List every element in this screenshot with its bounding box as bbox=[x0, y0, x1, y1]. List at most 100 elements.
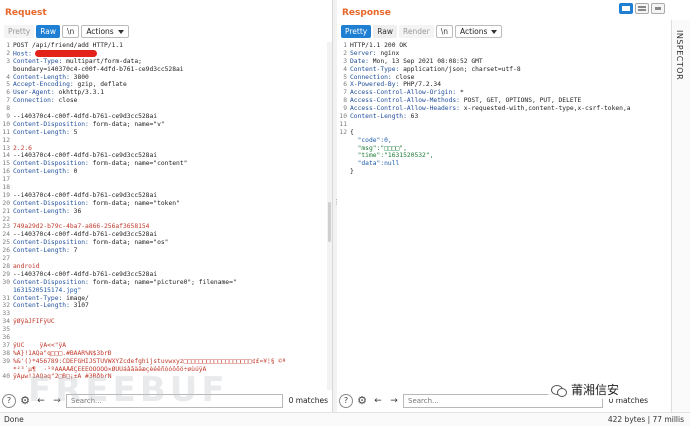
line-value: boundary=i40370c4-c00f-4dfd-b761-ce9d3cc… bbox=[13, 65, 184, 73]
line-content: Content-Length: 0 bbox=[13, 168, 332, 176]
line-content: 749a29d2-b79c-4ba7-a866-256af3658154 bbox=[13, 223, 332, 231]
response-line: 8 Access-Control-Allow-Methods: POST, GET… bbox=[337, 97, 652, 105]
request-editor[interactable]: 1 POST /api/friend/add HTTP/1.1 2 Host: 3 Con… bbox=[0, 42, 332, 390]
layout-toggle-group bbox=[619, 3, 665, 14]
response-tab-raw[interactable]: Raw bbox=[373, 25, 398, 38]
header-name: Content-Disposition: bbox=[13, 239, 89, 247]
line-content: 1631520515174.jpg" bbox=[13, 287, 332, 295]
line-value: PHP/7.2.34 bbox=[399, 81, 441, 89]
line-value: close bbox=[54, 97, 78, 105]
inspector-sidebar[interactable]: INSPECTOR bbox=[671, 20, 690, 412]
response-line: 4 Content-Type: application/json; charset… bbox=[337, 66, 652, 74]
header-name: Content-Type: bbox=[350, 65, 400, 73]
request-line: 31 Content-Type: image/ bbox=[0, 295, 332, 303]
header-name: Content-Length: bbox=[13, 73, 70, 81]
response-actions-dropdown[interactable]: Actions bbox=[455, 25, 503, 38]
line-content: Accept-Encoding: gzip, deflate bbox=[13, 81, 332, 89]
response-tab-newline[interactable]: \n bbox=[435, 25, 454, 38]
line-content: --i40370c4-c00f-4dfd-b761-ce9d3cc528ai bbox=[13, 113, 332, 121]
line-content: Content-Disposition: form-data; name="pi… bbox=[13, 279, 332, 287]
line-value: 749a29d2-b79c-4ba7-a866-256af3658154 bbox=[13, 223, 150, 231]
line-number: 20 bbox=[2, 199, 10, 207]
request-view-tabs: Pretty Raw \n Actions bbox=[4, 25, 129, 38]
header-name: Content-Disposition: bbox=[13, 199, 89, 207]
line-content: Access-Control-Allow-Headers: x-requeste… bbox=[350, 105, 652, 113]
line-number: 1 bbox=[343, 42, 347, 49]
request-tab-pretty[interactable]: Pretty bbox=[4, 25, 35, 38]
line-content: "data":null bbox=[350, 160, 652, 168]
line-content: { bbox=[350, 129, 652, 137]
line-value: multipart/form-data; bbox=[62, 57, 142, 65]
gear-icon[interactable]: ⚙ bbox=[355, 393, 369, 408]
line-content: X-Powered-By: PHP/7.2.34 bbox=[350, 81, 652, 89]
arrow-left-icon[interactable]: ← bbox=[371, 394, 385, 408]
line-value: %&'()*456789:CDEFGHIJSTUVWXYZcdefghijstu… bbox=[13, 357, 286, 365]
line-number: 38 bbox=[2, 349, 10, 357]
line-value: form-data; name="picture0"; filename=" bbox=[88, 278, 237, 286]
line-value: android bbox=[13, 262, 40, 270]
line-value: image/ bbox=[62, 294, 89, 302]
line-number: 10 bbox=[339, 113, 347, 121]
response-line: } bbox=[337, 168, 652, 176]
response-tab-pretty[interactable]: Pretty bbox=[341, 25, 372, 38]
request-tab-raw[interactable]: Raw bbox=[36, 25, 61, 38]
line-number: 7 bbox=[6, 97, 10, 105]
request-pane: Request Pretty Raw \n Actions 1 POST /api… bbox=[0, 0, 333, 412]
response-line: 5 Connection: close bbox=[337, 74, 652, 82]
line-number: 7 bbox=[343, 89, 347, 97]
line-content: ÿØÿàJFIFÿÛC bbox=[13, 318, 332, 326]
request-tab-newline[interactable]: \n bbox=[62, 25, 80, 38]
help-icon[interactable]: ? bbox=[339, 393, 353, 408]
line-value: 36 bbox=[69, 207, 82, 215]
line-value: --i40370c4-c00f-4dfd-b761-ce9d3cc528ai bbox=[13, 113, 158, 121]
layout-stacked-icon[interactable] bbox=[635, 3, 649, 14]
line-value: { bbox=[350, 128, 354, 136]
line-content: Content-Length: 3800 bbox=[13, 74, 332, 82]
inspector-label[interactable]: INSPECTOR bbox=[675, 30, 684, 80]
line-value: 5 bbox=[69, 128, 78, 136]
line-number: 34 bbox=[2, 318, 10, 326]
header-name: Content-Disposition: bbox=[13, 278, 89, 286]
line-value: 1631520515174.jpg" bbox=[13, 286, 82, 294]
header-name: Access-Control-Allow-Origin: bbox=[350, 89, 457, 97]
line-number bbox=[0, 287, 13, 295]
request-line: 25 Content-Disposition: form-data; name="… bbox=[0, 239, 332, 247]
request-scrollbar-thumb[interactable] bbox=[328, 202, 331, 242]
line-number: 35 bbox=[2, 326, 10, 334]
line-value: Mon, 13 Sep 2021 08:08:52 GMT bbox=[368, 57, 483, 65]
line-number: 6 bbox=[6, 89, 10, 97]
request-line: 24 --i40370c4-c00f-4dfd-b761-ce9d3cc528ai bbox=[0, 231, 332, 239]
line-number: 17 bbox=[2, 176, 10, 184]
line-number: 3 bbox=[343, 57, 347, 65]
line-number: 2 bbox=[6, 49, 10, 57]
status-bar: Done 422 bytes | 77 millis bbox=[0, 412, 690, 426]
line-number: 11 bbox=[339, 120, 347, 128]
layout-side-by-side-icon[interactable] bbox=[619, 3, 633, 14]
arrow-right-icon[interactable]: → bbox=[387, 394, 401, 408]
header-name: Connection: bbox=[13, 97, 55, 105]
request-line: 10 Content-Disposition: form-data; name="… bbox=[0, 121, 332, 129]
request-line: 35 bbox=[0, 326, 332, 334]
header-name: Content-Length: bbox=[13, 247, 70, 255]
request-title: Request bbox=[5, 8, 47, 18]
layout-single-icon[interactable] bbox=[651, 3, 665, 14]
response-tab-render[interactable]: Render bbox=[399, 25, 434, 38]
request-line: 33 bbox=[0, 310, 332, 318]
line-value: 0 bbox=[69, 168, 78, 176]
request-actions-dropdown[interactable]: Actions bbox=[81, 25, 129, 38]
line-number: 30 bbox=[2, 278, 10, 286]
request-line: 9 --i40370c4-c00f-4dfd-b761-ce9d3cc528ai bbox=[0, 113, 332, 121]
request-line: 14 --i40370c4-c00f-4dfd-b761-ce9d3cc528ai bbox=[0, 152, 332, 160]
request-scrollbar[interactable] bbox=[327, 42, 332, 390]
line-content: User-Agent: okhttp/3.3.1 bbox=[13, 89, 332, 97]
response-editor[interactable]: 1 HTTP/1.1 200 OK 2 Server: nginx 3 Date: Mon… bbox=[337, 42, 652, 390]
help-icon[interactable]: ? bbox=[2, 393, 16, 408]
line-number: 28 bbox=[2, 262, 10, 270]
line-number: 4 bbox=[6, 73, 10, 81]
status-text: Done bbox=[4, 415, 24, 424]
line-content: Host: bbox=[13, 49, 332, 58]
request-line: 2 Host: bbox=[0, 49, 332, 58]
line-value: gzip, deflate bbox=[73, 81, 127, 89]
line-value: POST /api/friend/add HTTP/1.1 bbox=[13, 42, 123, 49]
header-name: Server: bbox=[350, 49, 377, 57]
